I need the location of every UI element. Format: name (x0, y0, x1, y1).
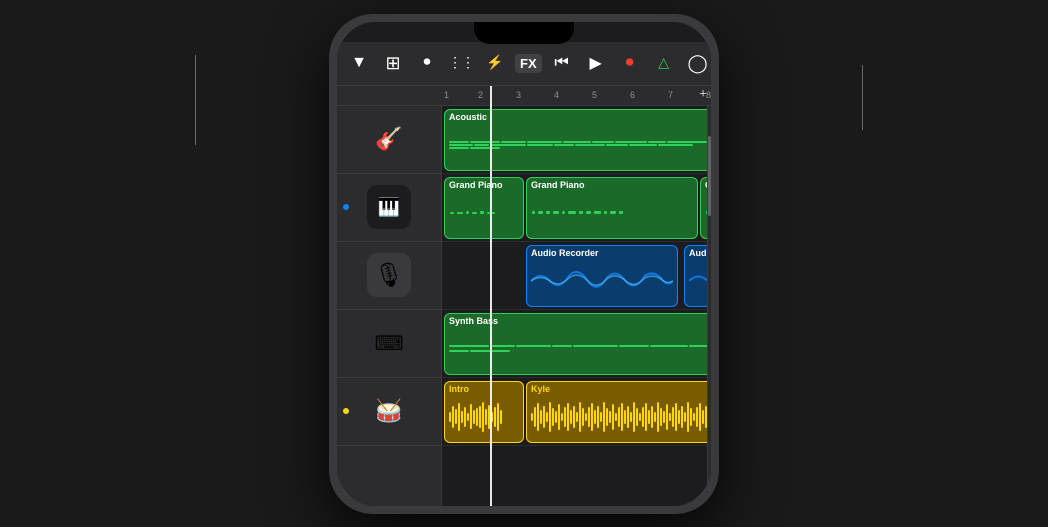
clip-grand-piano-2-label: Grand Piano (531, 180, 693, 190)
tracks-container: 🎸 🎹 🎙 ⌨ 🥁 (337, 106, 711, 506)
annotation-line-right (862, 65, 863, 130)
clip-synth-bass[interactable]: Synth Bass (444, 313, 707, 375)
ruler-mark-3: 3 (516, 90, 521, 100)
record-button[interactable]: ⏺ (616, 49, 644, 77)
headphones-button[interactable]: ◯ (684, 49, 711, 77)
phone-screen: ▼ ⊞ ⏺ ⋮⋮ ⚡ FX ⏮ ▶ ⏺ △ ◯ ⚙ 1 2 3 4 (337, 22, 711, 506)
clip-acoustic-label: Acoustic (449, 112, 707, 122)
clip-intro-waveform (449, 394, 519, 440)
toolbar-left: ▼ ⊞ ⏺ ⋮⋮ ⚡ FX ⏮ ▶ ⏺ △ (345, 49, 678, 77)
tracks-content: Acoustic (442, 106, 707, 506)
clip-acoustic-waveform (449, 122, 707, 168)
rewind-button[interactable]: ⏮ (548, 49, 576, 77)
toolbar-right: ◯ ⚙ (684, 49, 711, 77)
kyle-gold-wave (531, 397, 707, 437)
piano-3-midi-dots (705, 210, 707, 215)
scrollbar[interactable] (707, 106, 711, 506)
synth-midi-bars (449, 326, 707, 372)
track-row-piano: Grand Piano (442, 174, 707, 242)
waveform-svg-1 (531, 266, 673, 296)
ruler: 1 2 3 4 5 6 7 8 + (337, 86, 711, 106)
clip-intro-label: Intro (449, 384, 519, 394)
clip-kyle-waveform (531, 394, 707, 440)
add-section-button[interactable]: + (699, 87, 707, 103)
piano-icon: 🎹 (367, 185, 411, 229)
track-row-audio: Audio Recorder Audio Recorder (442, 242, 707, 310)
ruler-mark-7: 7 (668, 90, 673, 100)
piano-track-dot (343, 204, 349, 210)
volume-down-button[interactable] (329, 138, 331, 166)
phone-frame: ▼ ⊞ ⏺ ⋮⋮ ⚡ FX ⏮ ▶ ⏺ △ ◯ ⚙ 1 2 3 4 (329, 14, 719, 514)
clip-audio-2-waveform (689, 258, 707, 304)
track-row-synth: Synth Bass (442, 310, 707, 378)
waveform-svg-2 (689, 266, 707, 296)
ruler-marks: 1 2 3 4 5 6 7 8 + (442, 86, 711, 105)
drums-track-dot (343, 408, 349, 414)
piano-2-midi-dots (531, 210, 693, 215)
clip-acoustic[interactable]: Acoustic (444, 109, 707, 171)
acoustic-midi-bars (449, 122, 707, 168)
ruler-mark-5: 5 (592, 90, 597, 100)
annotation-line-left (195, 55, 196, 145)
drums-icon: 🥁 (367, 389, 411, 433)
clip-synth-bass-label: Synth Bass (449, 316, 707, 326)
silent-switch[interactable] (329, 74, 331, 92)
clip-piano-1-waveform (449, 190, 519, 236)
play-button[interactable]: ▶ (582, 49, 610, 77)
clip-kyle[interactable]: Kyle (526, 381, 707, 443)
keyboard-icon: ⌨ (367, 321, 411, 365)
scrollbar-thumb[interactable] (708, 136, 711, 216)
notch (474, 22, 574, 44)
clip-grand-piano-1-label: Grand Piano (449, 180, 519, 190)
ruler-mark-6: 6 (630, 90, 635, 100)
clip-synth-waveform (449, 326, 707, 372)
track-header-synth[interactable]: ⌨ (337, 310, 441, 378)
piano-1-midi-dots (449, 210, 519, 215)
track-row-drums: Intro (442, 378, 707, 446)
clip-grand-piano-3[interactable]: Grand Piano (700, 177, 707, 239)
track-type-button[interactable]: ⊞ (379, 49, 407, 77)
clip-audio-2-label: Audio Recorder (689, 248, 707, 258)
clip-grand-piano-3-label: Grand Piano (705, 180, 707, 190)
fx-button[interactable]: FX (515, 54, 542, 73)
track-header-drums[interactable]: 🥁 (337, 378, 441, 446)
clip-intro[interactable]: Intro (444, 381, 524, 443)
power-button[interactable] (717, 122, 719, 174)
clip-piano-3-waveform (705, 190, 707, 236)
track-headers: 🎸 🎹 🎙 ⌨ 🥁 (337, 106, 442, 506)
track-header-piano[interactable]: 🎹 (337, 174, 441, 242)
microphone-icon: 🎙 (367, 253, 411, 297)
clip-audio-1-waveform (531, 258, 673, 304)
clip-kyle-label: Kyle (531, 384, 707, 394)
volume-up-button[interactable] (329, 102, 331, 130)
dropdown-button[interactable]: ▼ (345, 49, 373, 77)
ruler-mark-4: 4 (554, 90, 559, 100)
ruler-mark-1: 1 (444, 90, 449, 100)
toolbar: ▼ ⊞ ⏺ ⋮⋮ ⚡ FX ⏮ ▶ ⏺ △ ◯ ⚙ (337, 42, 711, 86)
clip-grand-piano-2[interactable]: Grand Piano (526, 177, 698, 239)
track-row-guitar: Acoustic (442, 106, 707, 174)
track-header-guitar[interactable]: 🎸 (337, 106, 441, 174)
metronome-button[interactable]: △ (650, 49, 678, 77)
clip-audio-recorder-1[interactable]: Audio Recorder (526, 245, 678, 307)
guitar-icon: 🎸 (367, 117, 411, 161)
ruler-mark-2: 2 (478, 90, 483, 100)
clip-audio-1-label: Audio Recorder (531, 248, 673, 258)
grid-button[interactable]: ⋮⋮ (447, 49, 475, 77)
clip-audio-recorder-2[interactable]: Audio Recorder (684, 245, 707, 307)
intro-gold-wave (449, 402, 502, 432)
mic-button[interactable]: ⏺ (413, 49, 441, 77)
clip-grand-piano-1[interactable]: Grand Piano (444, 177, 524, 239)
track-header-audio[interactable]: 🎙 (337, 242, 441, 310)
clip-piano-2-waveform (531, 190, 693, 236)
mix-button[interactable]: ⚡ (481, 49, 509, 77)
